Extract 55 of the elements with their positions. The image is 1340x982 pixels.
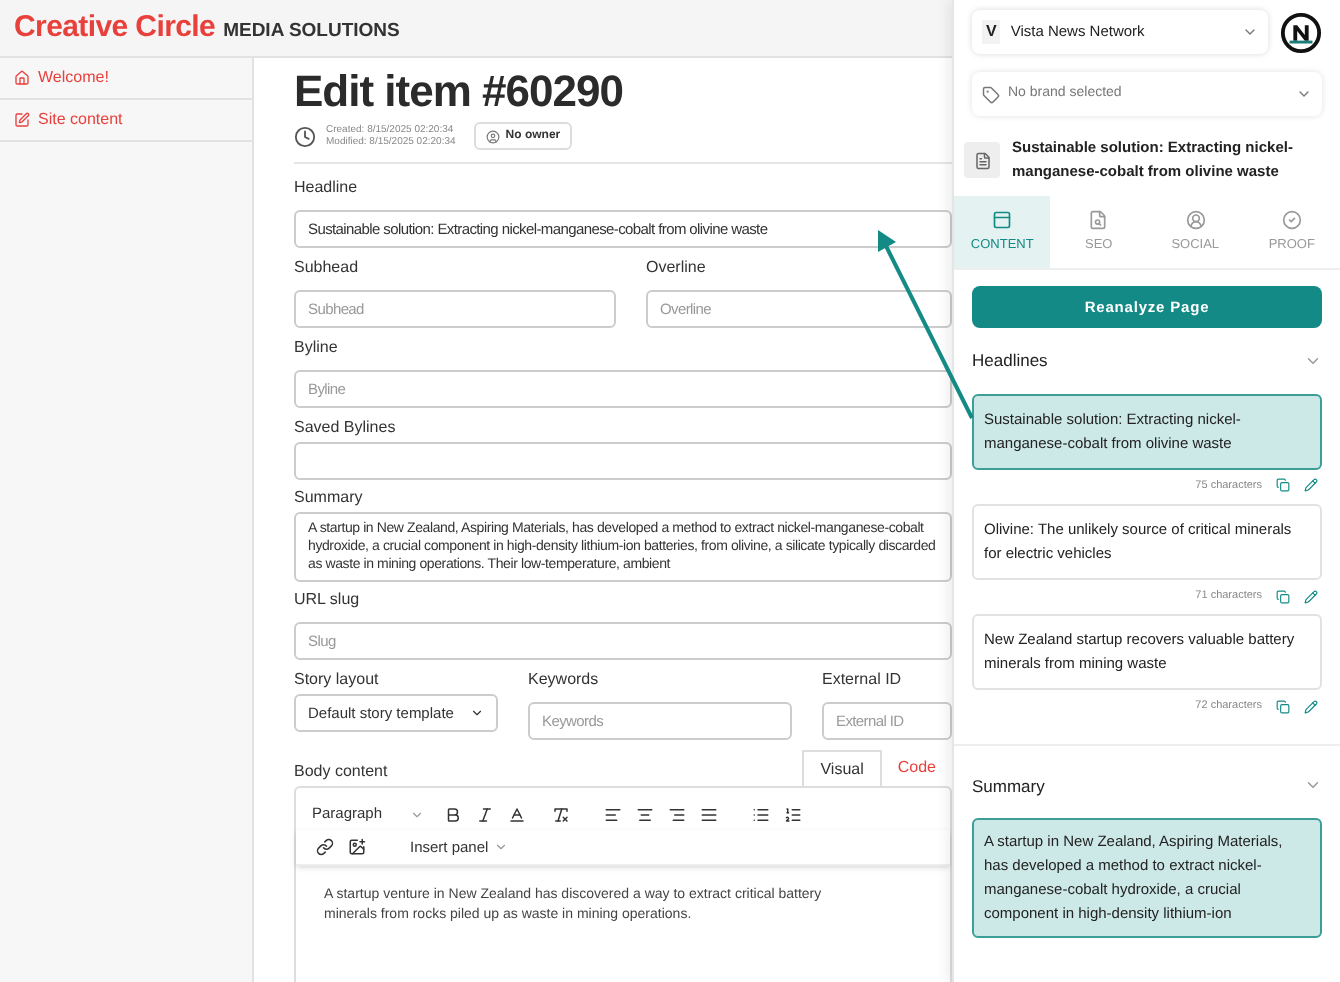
document-search-icon [1088, 209, 1109, 230]
section-title: Headlines [972, 348, 1048, 374]
tag-icon [982, 85, 1000, 103]
clear-format-icon[interactable] [552, 805, 571, 823]
editor-tab[interactable]: Code [881, 750, 952, 786]
clock-icon [294, 125, 316, 147]
field-label: Saved Bylines [294, 418, 396, 438]
logo-icon [1280, 11, 1322, 53]
field-label: External ID [822, 670, 902, 690]
bullet-list-icon[interactable] [752, 805, 771, 823]
caret-icon [494, 840, 509, 854]
sidebar-item[interactable]: Welcome! [0, 58, 252, 100]
field-label: Headline [294, 178, 358, 198]
field-label: URL slug [294, 590, 360, 610]
field-label: Body content [294, 762, 388, 782]
align-justify-icon[interactable] [700, 805, 719, 823]
numbered-list-icon[interactable] [784, 805, 803, 823]
copy-icon[interactable] [1276, 478, 1290, 493]
copy-icon[interactable] [1276, 699, 1290, 714]
align-left-icon[interactable] [604, 805, 623, 823]
edit-icon [14, 112, 30, 128]
page-title: Edit item #60290 [294, 66, 623, 118]
field-label: Keywords [528, 670, 599, 690]
brand-name: Creative Circle [14, 12, 216, 44]
align-right-icon[interactable] [668, 805, 687, 823]
user-circle-icon [1185, 209, 1206, 230]
italic-icon[interactable] [476, 805, 495, 823]
link-icon[interactable] [316, 838, 334, 856]
edit-icon[interactable] [1304, 699, 1318, 714]
caret-icon [410, 807, 425, 821]
align-center-icon[interactable] [636, 805, 655, 823]
check-circle-icon [1281, 209, 1302, 230]
section-title: Summary [972, 773, 1045, 799]
field-label: Summary [294, 488, 363, 508]
text-color-icon[interactable] [508, 805, 527, 823]
edit-icon[interactable] [1304, 478, 1318, 493]
caret-icon [470, 706, 484, 720]
field-label: Overline [646, 258, 706, 278]
edit-icon[interactable] [1304, 589, 1318, 604]
input-field[interactable] [294, 442, 952, 480]
field-label: Byline [294, 338, 338, 358]
user-icon [485, 129, 500, 143]
brand-tagline: MEDIA SOLUTIONS [223, 20, 400, 44]
content-tab-icon [992, 209, 1013, 230]
copy-icon[interactable] [1276, 589, 1290, 604]
sidebar-item[interactable]: Site content [0, 100, 252, 142]
field-label: Subhead [294, 258, 359, 278]
field-label: Story layout [294, 670, 379, 690]
image-icon[interactable] [348, 838, 366, 856]
caret-icon [1242, 24, 1258, 40]
home-icon [14, 70, 30, 86]
editor-tab[interactable]: Visual [802, 750, 882, 786]
bold-icon[interactable] [444, 805, 463, 823]
document-icon [964, 142, 1000, 178]
caret-icon [1296, 86, 1312, 102]
